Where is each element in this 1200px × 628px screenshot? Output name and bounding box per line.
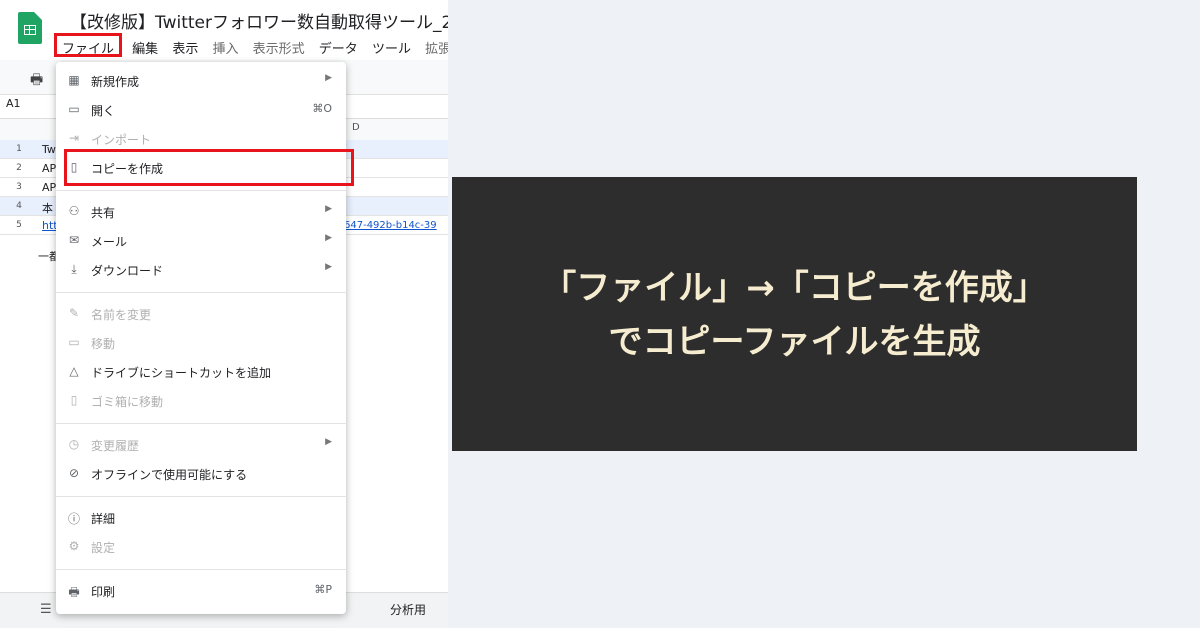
pencil-icon: ✎ <box>68 306 80 320</box>
menu-item-label: 詳細 <box>91 512 116 526</box>
print-icon[interactable]: 🖶 <box>30 69 43 93</box>
menu-divider <box>56 569 346 570</box>
menu-extensions[interactable]: 拡張機 <box>425 42 448 57</box>
sheets-logo-icon[interactable] <box>18 12 42 44</box>
trash-icon: ▯ <box>70 393 78 407</box>
make-copy-highlight-box <box>64 149 354 186</box>
menu-item-move[interactable]: ▭ 移動 <box>56 329 346 357</box>
cell-text[interactable]: 本 <box>42 200 53 216</box>
submenu-arrow-icon: ▶ <box>325 204 332 214</box>
menu-item-share[interactable]: ⚇ 共有 ▶ <box>56 198 346 226</box>
submenu-arrow-icon: ▶ <box>325 233 332 243</box>
submenu-arrow-icon: ▶ <box>325 437 332 447</box>
menu-item-offline[interactable]: ⊘ オフラインで使用可能にする <box>56 460 346 488</box>
row-number[interactable]: 4 <box>0 201 38 211</box>
drive-shortcut-icon: △ <box>69 364 79 378</box>
menu-item-version-history[interactable]: ◷ 変更履歴 ▶ <box>56 431 346 459</box>
menu-item-label: ゴミ箱に移動 <box>91 395 164 409</box>
column-d-header[interactable]: D <box>352 122 360 133</box>
caption-line-1: 「ファイル」→「コピーを作成」 <box>542 268 1047 308</box>
cell-text[interactable]: AP <box>42 162 56 175</box>
download-icon: ⤓ <box>71 262 77 276</box>
row-number[interactable]: 3 <box>0 182 38 192</box>
folder-icon: ▭ <box>68 102 80 116</box>
menu-item-label: ドライブにショートカットを追加 <box>91 366 272 380</box>
cell-text[interactable]: Tw <box>42 143 56 156</box>
instruction-caption: 「ファイル」→「コピーを作成」 でコピーファイルを生成 <box>452 177 1137 451</box>
menu-item-open[interactable]: ▭ 開く ⌘O <box>56 96 346 124</box>
menu-item-rename[interactable]: ✎ 名前を変更 <box>56 300 346 328</box>
row-number[interactable]: 5 <box>0 220 38 230</box>
cell-link-tail[interactable]: 647-492b-b14c-39 <box>344 220 437 231</box>
import-icon: ⇥ <box>68 131 80 145</box>
name-box[interactable]: A1 <box>6 97 21 110</box>
caption-line-2: でコピーファイルを生成 <box>608 322 981 362</box>
menu-item-settings[interactable]: ⚙ 設定 <box>56 533 346 561</box>
new-sheet-icon: ▦ <box>68 73 80 87</box>
offline-check-icon: ⊘ <box>68 466 80 480</box>
row-number[interactable]: 2 <box>0 163 38 173</box>
row-number[interactable]: 1 <box>0 144 38 154</box>
menu-format[interactable]: 表示形式 <box>253 42 305 57</box>
shortcut-label: ⌘O <box>312 102 332 115</box>
menu-view[interactable]: 表示 <box>172 42 198 57</box>
menu-item-label: 名前を変更 <box>91 308 152 322</box>
info-icon: ⓘ <box>67 512 80 526</box>
gear-icon: ⚙ <box>68 539 80 553</box>
menu-item-trash[interactable]: ▯ ゴミ箱に移動 <box>56 387 346 415</box>
menu-item-details[interactable]: ⓘ 詳細 <box>56 504 346 532</box>
menu-divider <box>56 423 346 424</box>
print-icon: 🖶 <box>68 585 80 599</box>
menu-divider <box>56 496 346 497</box>
menu-item-label: 開く <box>91 104 116 118</box>
menu-item-print[interactable]: 🖶 印刷 ⌘P <box>56 577 346 605</box>
history-icon: ◷ <box>68 437 80 451</box>
menu-item-new[interactable]: ▦ 新規作成 ▶ <box>56 67 346 95</box>
menu-insert[interactable]: 挿入 <box>212 42 238 57</box>
sheet-list-icon[interactable]: ☰ <box>40 602 52 617</box>
sheet-tab-analysis[interactable]: 分析用 <box>390 601 426 618</box>
menu-tools[interactable]: ツール <box>372 42 411 57</box>
menu-edit[interactable]: 編集 <box>132 42 158 57</box>
cell-text[interactable]: AP <box>42 181 56 194</box>
menu-item-label: 新規作成 <box>91 75 140 89</box>
menu-item-email[interactable]: ✉ メール ▶ <box>56 227 346 255</box>
menu-item-label: オフラインで使用可能にする <box>91 468 248 482</box>
submenu-arrow-icon: ▶ <box>325 262 332 272</box>
menu-item-download[interactable]: ⤓ ダウンロード ▶ <box>56 256 346 284</box>
submenu-arrow-icon: ▶ <box>325 73 332 83</box>
shortcut-label: ⌘P <box>314 583 332 596</box>
menu-item-label: ダウンロード <box>91 264 164 278</box>
menu-item-label: インポート <box>91 133 152 147</box>
share-person-icon: ⚇ <box>68 204 80 218</box>
menu-data[interactable]: データ <box>319 42 358 57</box>
menu-item-label: 移動 <box>91 337 116 351</box>
menu-item-label: 変更履歴 <box>91 439 140 453</box>
file-menu-dropdown: ▦ 新規作成 ▶ ▭ 開く ⌘O ⇥ インポート ▯ コピーを作成 ⚇ 共有 ▶… <box>56 62 346 614</box>
menu-item-label: 印刷 <box>91 585 116 599</box>
menu-item-add-shortcut[interactable]: △ ドライブにショートカットを追加 <box>56 358 346 386</box>
file-menu-highlight-box <box>54 33 122 57</box>
menu-item-label: メール <box>91 235 128 249</box>
mail-icon: ✉ <box>68 233 80 247</box>
menu-divider <box>56 292 346 293</box>
menu-item-label: 設定 <box>91 541 116 555</box>
menu-divider <box>56 190 346 191</box>
move-folder-icon: ▭ <box>68 335 80 349</box>
menu-item-label: 共有 <box>91 206 116 220</box>
document-title[interactable]: 【改修版】Twitterフォロワー数自動取得ツール_2023 <box>70 8 448 33</box>
